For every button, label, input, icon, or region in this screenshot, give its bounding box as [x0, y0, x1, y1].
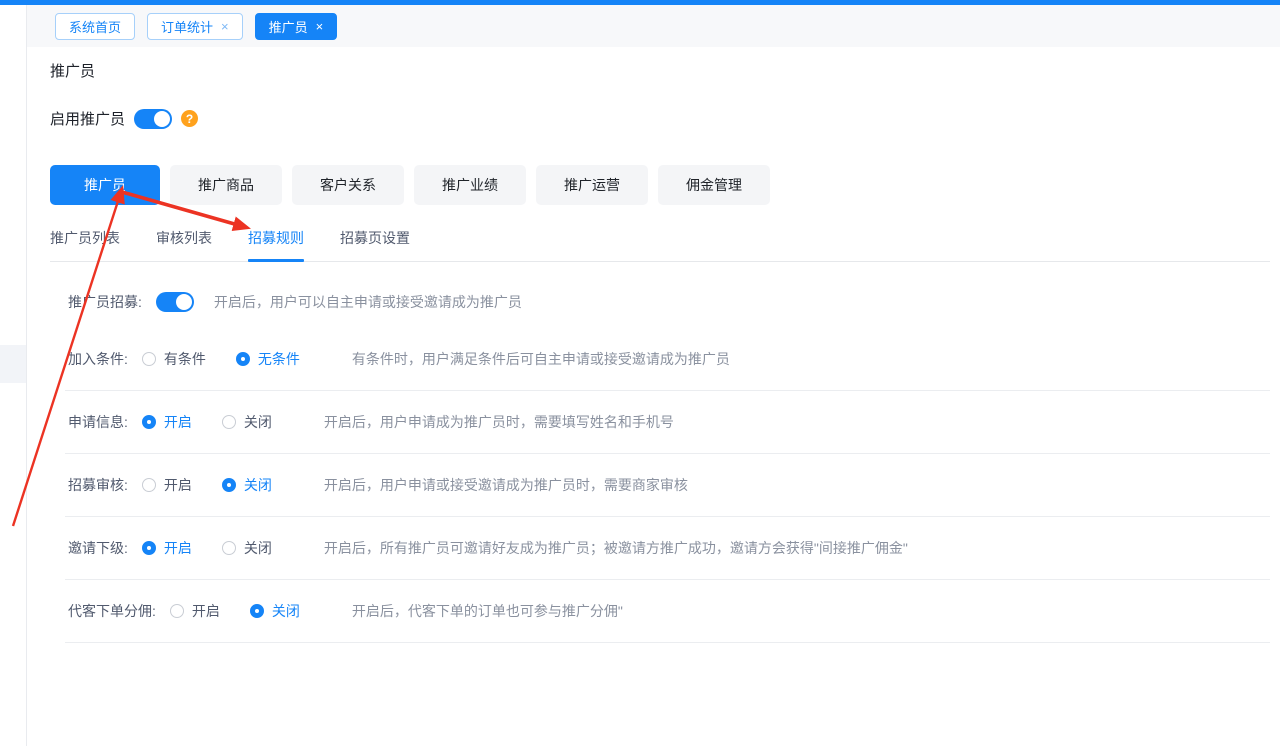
radio-icon: [170, 604, 184, 618]
module-tab-group: 推广员 推广商品 客户关系 推广业绩 推广运营 佣金管理: [50, 165, 1280, 205]
radio-invite-on[interactable]: 开启: [142, 538, 192, 558]
toggle-knob: [154, 111, 170, 127]
setting-description: 开启后，代客下单的订单也可参与推广分佣": [352, 601, 623, 621]
enable-promoter-toggle[interactable]: [134, 109, 172, 129]
page-title: 推广员: [50, 60, 1280, 81]
open-tabs-bar: 系统首页 订单统计 × 推广员 ×: [27, 5, 1280, 47]
tab-label: 订单统计: [161, 17, 213, 36]
enable-promoter-label: 启用推广员: [50, 108, 125, 129]
radio-conditional[interactable]: 有条件: [142, 349, 206, 369]
setting-description: 开启后，用户申请或接受邀请成为推广员时，需要商家审核: [324, 475, 688, 495]
radio-icon: [142, 415, 156, 429]
radio-invite-off[interactable]: 关闭: [222, 538, 272, 558]
radio-icon: [222, 478, 236, 492]
radio-icon: [250, 604, 264, 618]
recruit-rules-panel: 推广员招募: 开启后，用户可以自主申请或接受邀请成为推广员 加入条件: 有条件 …: [65, 262, 1270, 643]
radio-review-on[interactable]: 开启: [142, 475, 192, 495]
close-icon[interactable]: ×: [221, 20, 229, 33]
setting-label: 推广员招募:: [68, 292, 142, 312]
tab-promoter[interactable]: 推广员 ×: [255, 13, 338, 40]
radio-icon: [142, 352, 156, 366]
radio-apply-info-off[interactable]: 关闭: [222, 412, 272, 432]
radio-icon: [142, 478, 156, 492]
subtab-promoter-list[interactable]: 推广员列表: [50, 228, 120, 261]
subtab-review-list[interactable]: 审核列表: [156, 228, 212, 261]
setting-label: 邀请下级:: [68, 538, 128, 558]
radio-icon: [222, 541, 236, 555]
radio-apply-info-on[interactable]: 开启: [142, 412, 192, 432]
setting-row-invite-subordinate: 邀请下级: 开启 关闭 开启后，所有推广员可邀请好友成为推广员；被邀请方推广成功…: [65, 517, 1270, 580]
tab-label: 系统首页: [69, 17, 121, 36]
setting-row-recruit-switch: 推广员招募: 开启后，用户可以自主申请或接受邀请成为推广员: [65, 276, 1270, 328]
radio-review-off[interactable]: 关闭: [222, 475, 272, 495]
radio-icon: [142, 541, 156, 555]
subtab-recruit-rules[interactable]: 招募规则: [248, 228, 304, 261]
tab-label: 推广员: [269, 17, 308, 36]
setting-row-recruit-review: 招募审核: 开启 关闭 开启后，用户申请或接受邀请成为推广员时，需要商家审核: [65, 454, 1270, 517]
sidebar-highlight: [0, 345, 26, 383]
tab-order-stats[interactable]: 订单统计 ×: [147, 13, 243, 40]
radio-proxy-on[interactable]: 开启: [170, 601, 220, 621]
toggle-knob: [176, 294, 192, 310]
setting-row-join-condition: 加入条件: 有条件 无条件 有条件时，用户满足条件后可自主申请或接受邀请成为推广…: [65, 328, 1270, 391]
recruit-toggle[interactable]: [156, 292, 194, 312]
setting-label: 申请信息:: [68, 412, 128, 432]
subtab-recruit-page-setup[interactable]: 招募页设置: [340, 228, 410, 261]
setting-description: 开启后，所有推广员可邀请好友成为推广员；被邀请方推广成功，邀请方会获得"间接推广…: [324, 538, 908, 558]
module-tab-performance[interactable]: 推广业绩: [414, 165, 526, 205]
close-icon[interactable]: ×: [316, 20, 324, 33]
tab-system-home[interactable]: 系统首页: [55, 13, 135, 40]
module-tab-operations[interactable]: 推广运营: [536, 165, 648, 205]
setting-label: 招募审核:: [68, 475, 128, 495]
radio-unconditional[interactable]: 无条件: [236, 349, 300, 369]
setting-row-proxy-order-commission: 代客下单分佣: 开启 关闭 开启后，代客下单的订单也可参与推广分佣": [65, 580, 1270, 643]
setting-description: 有条件时，用户满足条件后可自主申请或接受邀请成为推广员: [352, 349, 730, 369]
radio-proxy-off[interactable]: 关闭: [250, 601, 300, 621]
module-tab-customers[interactable]: 客户关系: [292, 165, 404, 205]
setting-description: 开启后，用户可以自主申请或接受邀请成为推广员: [214, 292, 522, 312]
setting-description: 开启后，用户申请成为推广员时，需要填写姓名和手机号: [324, 412, 674, 432]
help-icon[interactable]: ?: [181, 110, 198, 127]
module-tab-promoter[interactable]: 推广员: [50, 165, 160, 205]
setting-label: 加入条件:: [68, 349, 128, 369]
setting-label: 代客下单分佣:: [68, 601, 156, 621]
radio-icon: [222, 415, 236, 429]
module-tab-products[interactable]: 推广商品: [170, 165, 282, 205]
collapsed-sidebar: [0, 5, 27, 746]
setting-row-apply-info: 申请信息: 开启 关闭 开启后，用户申请成为推广员时，需要填写姓名和手机号: [65, 391, 1270, 454]
sub-tab-group: 推广员列表 审核列表 招募规则 招募页设置: [50, 228, 1270, 262]
module-tab-commission[interactable]: 佣金管理: [658, 165, 770, 205]
radio-icon: [236, 352, 250, 366]
